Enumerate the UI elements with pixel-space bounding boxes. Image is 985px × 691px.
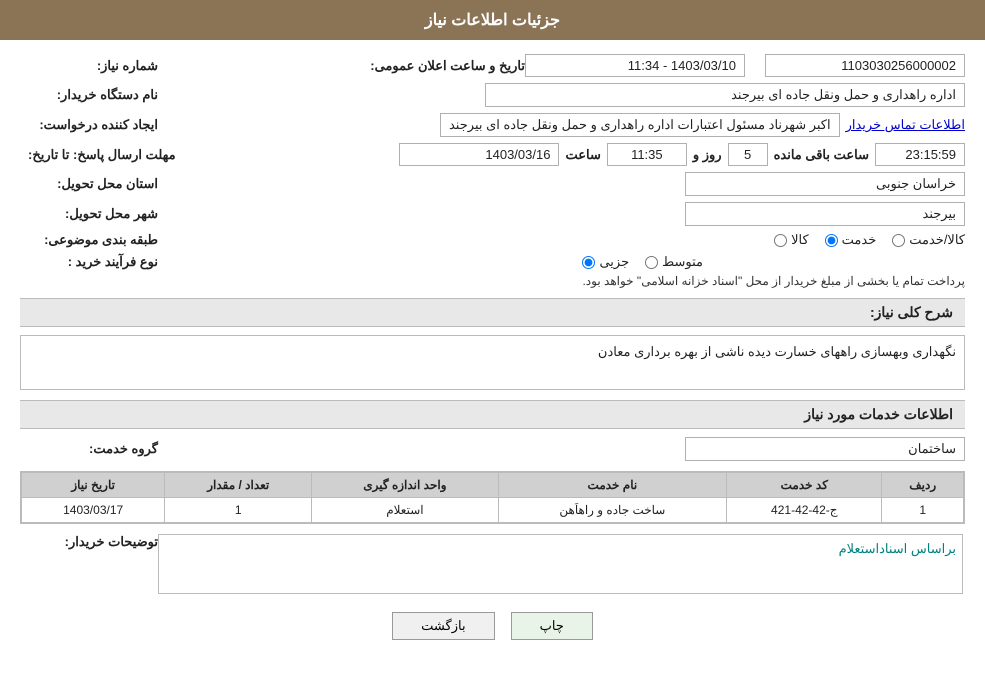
province-label: استان محل تحویل: — [28, 176, 158, 192]
services-section-title: اطلاعات خدمات مورد نیاز — [20, 400, 965, 429]
buyer-org-value: اداره راهداری و حمل ونقل جاده ای بیرجند — [485, 83, 965, 107]
category-radio-3[interactable] — [892, 234, 905, 247]
category-label-1: کالا — [791, 232, 809, 248]
day-label: روز و — [693, 147, 722, 163]
buyer-desc-row: براساس اسناداستعلام توضیحات خریدار: — [20, 534, 965, 594]
contact-link[interactable]: اطلاعات تماس خریدار — [846, 117, 965, 133]
category-label: طبقه بندی موضوعی: — [28, 232, 158, 248]
requester-label: ایجاد کننده درخواست: — [28, 117, 158, 133]
province-row: خراسان جنوبی استان محل تحویل: — [20, 172, 965, 196]
requester-value: اکبر شهرناد مسئول اعتبارات اداره راهداری… — [440, 113, 840, 137]
remaining-time: 23:15:59 — [875, 143, 965, 166]
service-group-label: گروه خدمت: — [28, 441, 158, 457]
purchase-type-note: پرداخت تمام یا بخشی از مبلغ خریدار از مح… — [582, 274, 965, 288]
category-row: کالا/خدمت خدمت کالا طبقه بندی موضوعی: — [20, 232, 965, 248]
city-row: بیرجند شهر محل تحویل: — [20, 202, 965, 226]
table-row: 1 ج-42-42-421 ساخت جاده و راهاَهن استعلا… — [22, 498, 964, 523]
time-value: 11:35 — [607, 143, 687, 166]
need-number-label: شماره نیاز: — [28, 58, 158, 74]
purchase-type-option-2[interactable]: متوسط — [645, 254, 703, 270]
category-label-3: کالا/خدمت — [909, 232, 965, 248]
services-table: ردیف کد خدمت نام خدمت واحد اندازه گیری ت… — [21, 472, 964, 523]
buyer-desc-textarea[interactable]: براساس اسناداستعلام — [158, 534, 963, 594]
category-option-3[interactable]: کالا/خدمت — [892, 232, 965, 248]
need-description-value: نگهداری وبهسازی راههای خسارت دیده ناشی ا… — [20, 335, 965, 390]
requester-row: اطلاعات تماس خریدار اکبر شهرناد مسئول اع… — [20, 113, 965, 137]
print-button[interactable]: چاپ — [511, 612, 593, 640]
purchase-type-radio-1[interactable] — [582, 256, 595, 269]
time-label: ساعت — [565, 147, 600, 163]
city-value: بیرجند — [685, 202, 965, 226]
deadline-row: 23:15:59 ساعت باقی مانده 5 روز و 11:35 س… — [20, 143, 965, 166]
purchase-type-row: متوسط جزیی پرداخت تمام یا بخشی از مبلغ خ… — [20, 254, 965, 288]
days-value: 5 — [728, 143, 768, 166]
need-description-section: شرح کلی نیاز: — [20, 298, 965, 327]
buyer-org-label: نام دستگاه خریدار: — [28, 87, 158, 103]
date-value: 1403/03/10 - 11:34 — [525, 54, 745, 77]
category-radio-group: کالا/خدمت خدمت کالا — [774, 232, 965, 248]
remaining-label: ساعت باقی مانده — [774, 147, 869, 163]
row-unit: استعلام — [312, 498, 498, 523]
service-group-value: ساختمان — [685, 437, 965, 461]
services-table-wrapper: ردیف کد خدمت نام خدمت واحد اندازه گیری ت… — [20, 471, 965, 524]
row-code: ج-42-42-421 — [727, 498, 882, 523]
back-button[interactable]: بازگشت — [392, 612, 494, 640]
col-unit: واحد اندازه گیری — [312, 473, 498, 498]
footer-buttons: چاپ بازگشت — [20, 612, 965, 640]
category-radio-1[interactable] — [774, 234, 787, 247]
row-qty: 1 — [165, 498, 312, 523]
category-option-1[interactable]: کالا — [774, 232, 809, 248]
city-label: شهر محل تحویل: — [28, 206, 158, 222]
buyer-desc-label: توضیحات خریدار: — [28, 534, 158, 550]
response-deadline-label: مهلت ارسال پاسخ: تا تاریخ: — [28, 147, 176, 163]
purchase-type-label: نوع فرآیند خرید : — [28, 254, 158, 270]
category-radio-2[interactable] — [825, 234, 838, 247]
need-number-value: 1103030256000002 — [765, 54, 965, 77]
category-label-2: خدمت — [842, 232, 877, 248]
buyer-org-row: اداره راهداری و حمل ونقل جاده ای بیرجند … — [20, 83, 965, 107]
date-label: تاریخ و ساعت اعلان عمومی: — [355, 58, 525, 74]
response-date: 1403/03/16 — [399, 143, 559, 166]
purchase-type-radio-2[interactable] — [645, 256, 658, 269]
col-name: نام خدمت — [498, 473, 727, 498]
category-option-2[interactable]: خدمت — [825, 232, 877, 248]
col-row: ردیف — [882, 473, 964, 498]
col-code: کد خدمت — [727, 473, 882, 498]
row-date: 1403/03/17 — [22, 498, 165, 523]
row-name: ساخت جاده و راهاَهن — [498, 498, 727, 523]
purchase-type-label-1: جزیی — [599, 254, 629, 270]
col-qty: تعداد / مقدار — [165, 473, 312, 498]
province-value: خراسان جنوبی — [685, 172, 965, 196]
col-date: تاریخ نیاز — [22, 473, 165, 498]
page-header: جزئیات اطلاعات نیاز — [0, 0, 985, 40]
need-number-row: 1103030256000002 1403/03/10 - 11:34 تاری… — [20, 54, 965, 77]
service-group-row: ساختمان گروه خدمت: — [20, 437, 965, 461]
purchase-type-option-1[interactable]: جزیی — [582, 254, 629, 270]
row-num: 1 — [882, 498, 964, 523]
purchase-type-label-2: متوسط — [662, 254, 703, 270]
